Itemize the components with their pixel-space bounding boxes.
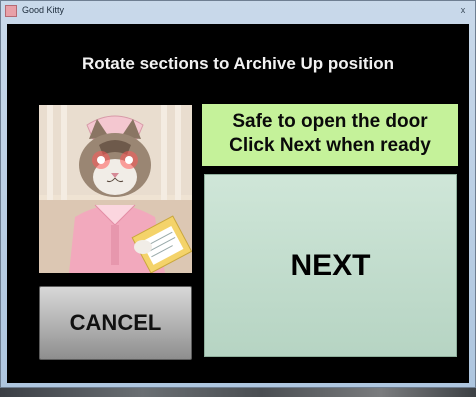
close-icon[interactable]: x (455, 3, 471, 17)
next-button[interactable]: NEXT (204, 174, 457, 357)
instruction-text: Rotate sections to Archive Up position (81, 54, 395, 73)
status-line-1: Safe to open the door (232, 111, 428, 132)
app-window: Good Kitty x Rotate sections to Archive … (0, 0, 476, 388)
cancel-button[interactable]: CANCEL (39, 286, 192, 360)
window-title: Good Kitty (22, 5, 65, 15)
status-message-box: Safe to open the door Click Next when re… (202, 104, 458, 166)
title-bar[interactable]: Good Kitty x (1, 1, 475, 23)
status-line-2: Click Next when ready (229, 135, 431, 156)
client-area: Rotate sections to Archive Up position S… (7, 24, 469, 383)
app-icon (5, 5, 17, 17)
cat-nurse-photo (39, 105, 192, 273)
